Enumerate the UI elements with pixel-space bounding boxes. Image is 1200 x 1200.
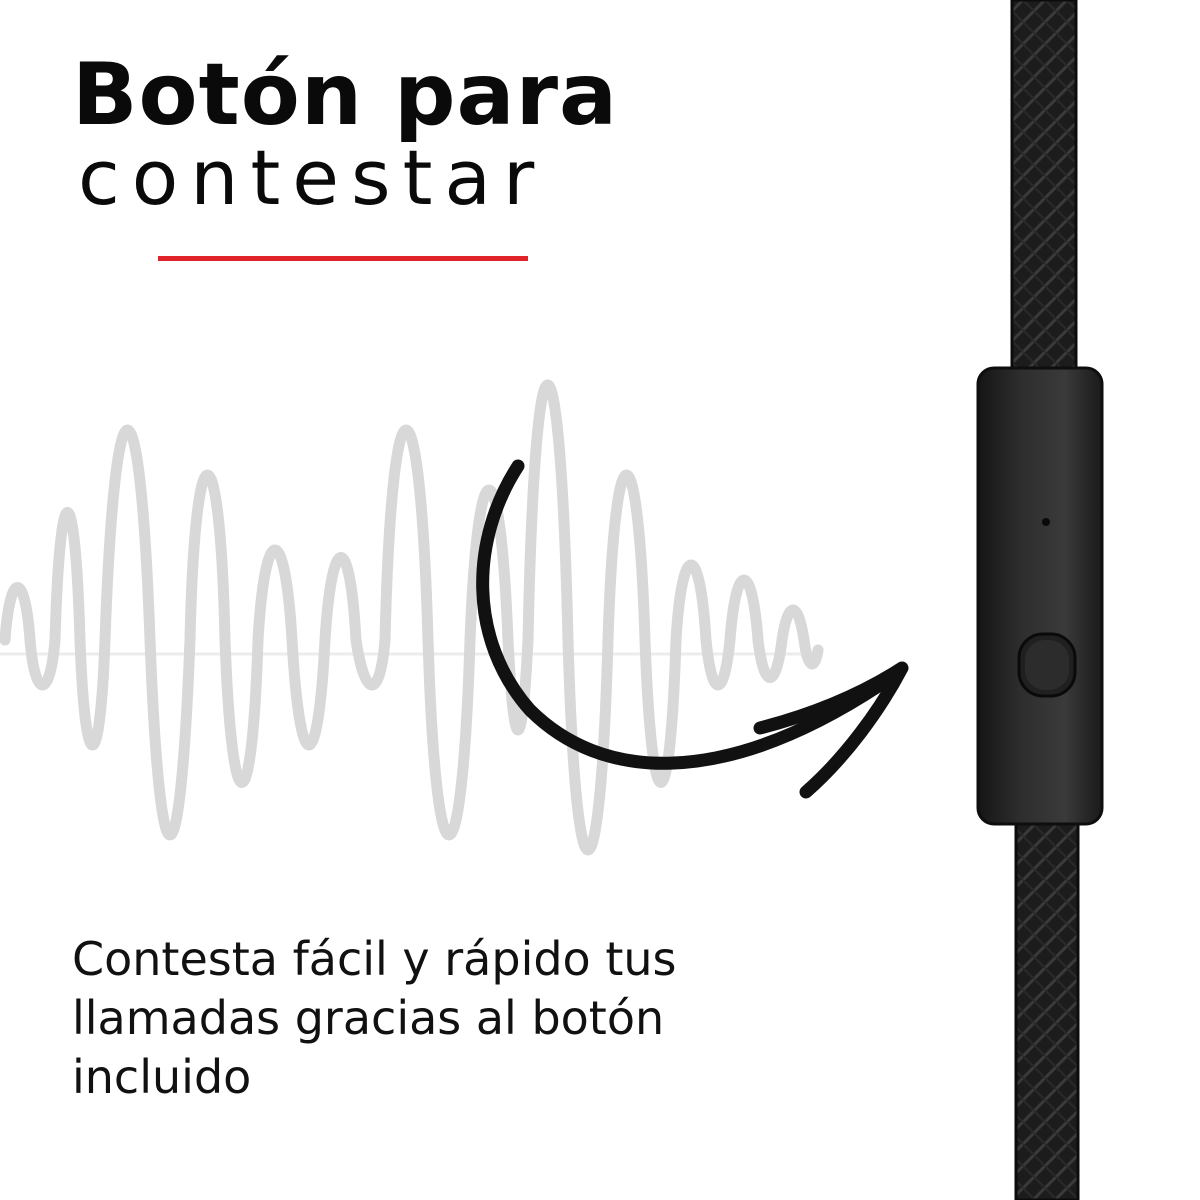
microphone-hole-icon <box>1042 518 1050 526</box>
remote-button-icon <box>1017 632 1077 698</box>
curved-arrow-icon <box>476 459 909 799</box>
sound-wave-icon <box>0 379 824 856</box>
headline-light: contestar <box>78 133 547 222</box>
headline-bold: Botón para <box>72 45 619 145</box>
accent-divider <box>158 256 528 261</box>
remote-control <box>976 366 1104 826</box>
description-text: Contesta fácil y rápido tus llamadas gra… <box>72 932 677 1104</box>
